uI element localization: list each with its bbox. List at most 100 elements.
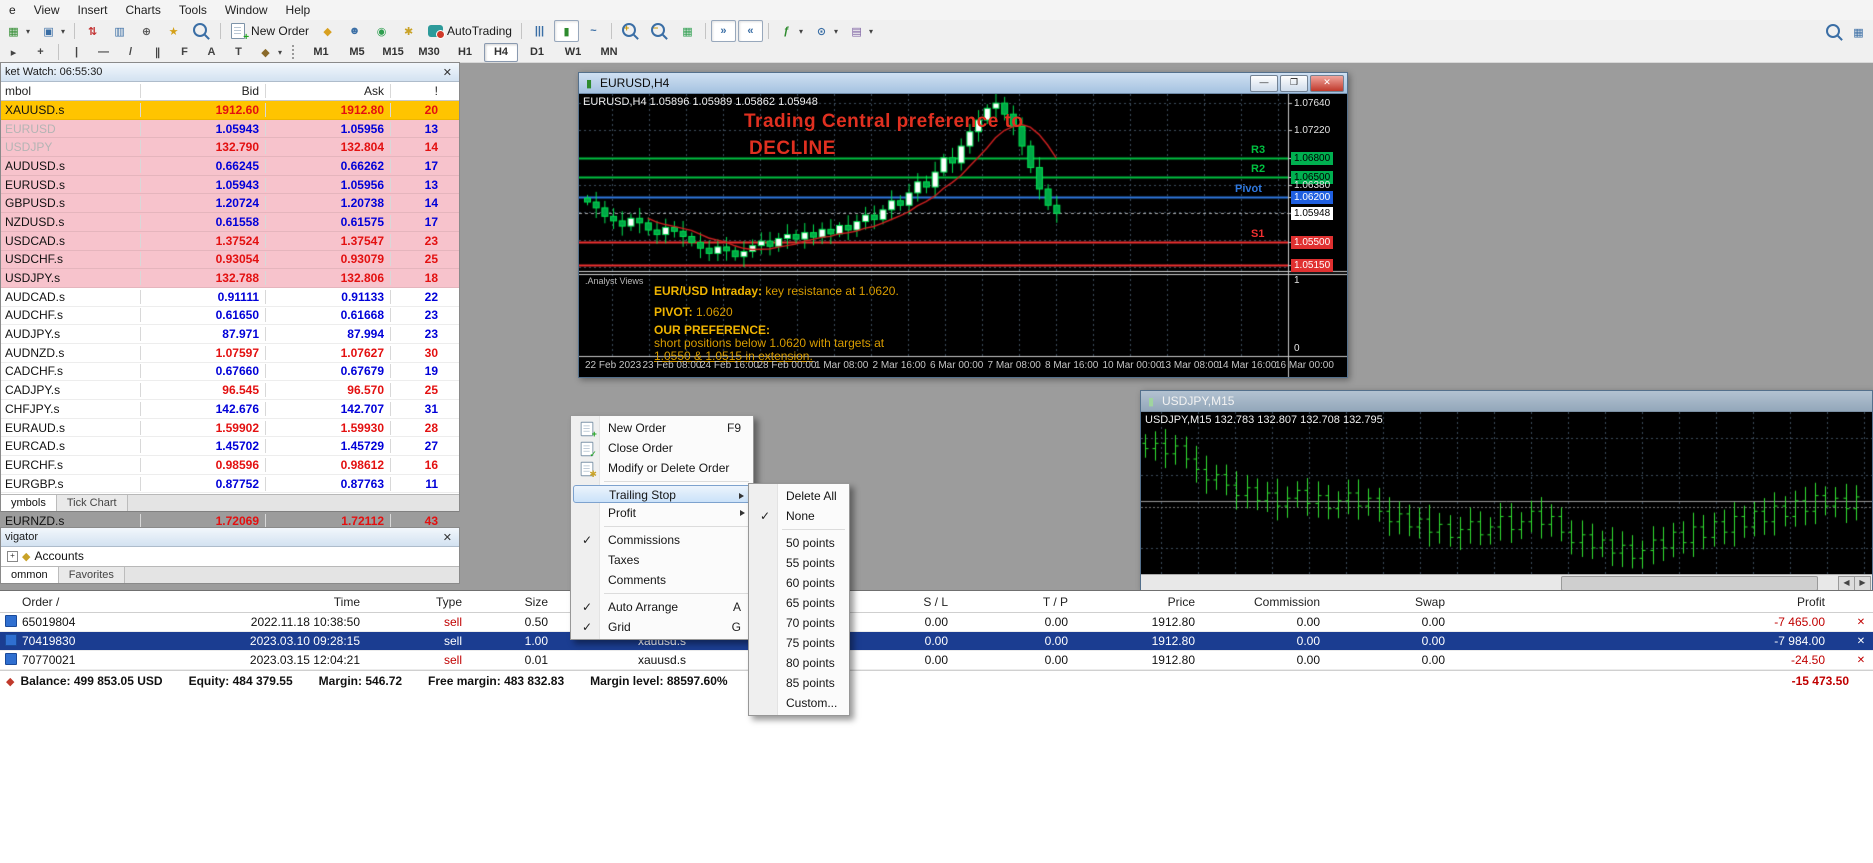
context-menu-item[interactable]: Profit bbox=[573, 503, 751, 523]
submenu-item[interactable]: Delete All bbox=[751, 486, 847, 506]
column-symbol[interactable]: mbol bbox=[1, 84, 141, 98]
text-label-button[interactable]: T bbox=[226, 41, 251, 63]
order-row[interactable]: 65019804 2022.11.18 10:38:50 sell 0.50 0… bbox=[0, 613, 1873, 632]
new-order-button[interactable]: +New Order bbox=[226, 20, 313, 42]
market-watch-button[interactable]: ⇅ bbox=[80, 20, 105, 42]
context-menu-item[interactable]: Taxes bbox=[573, 550, 751, 570]
symbol-row[interactable]: EURCHF.s 0.98596 0.98612 16 bbox=[1, 456, 459, 475]
column-size[interactable]: Size bbox=[462, 595, 548, 609]
data-window-button[interactable]: ▥ bbox=[107, 20, 132, 42]
context-menu-item[interactable]: Comments bbox=[573, 570, 751, 590]
panel-tab[interactable]: ymbols bbox=[1, 495, 57, 511]
symbol-row[interactable]: GBPUSD.s 1.20724 1.20738 14 bbox=[1, 194, 459, 213]
column-bid[interactable]: Bid bbox=[141, 84, 266, 98]
chevron-down-icon[interactable]: ▾ bbox=[834, 27, 838, 36]
timeframe-button[interactable]: MN bbox=[592, 43, 626, 62]
trendline-button[interactable]: / bbox=[118, 41, 143, 63]
submenu-item[interactable]: 55 points bbox=[751, 553, 847, 573]
symbol-row[interactable]: XAUUSD.s 1912.60 1912.80 20 bbox=[1, 101, 459, 120]
symbol-row[interactable]: NZDUSD.s 0.61558 0.61575 17 bbox=[1, 213, 459, 232]
search-icon[interactable] bbox=[1826, 24, 1840, 38]
symbol-row[interactable]: AUDNZD.s 1.07597 1.07627 30 bbox=[1, 344, 459, 363]
column-tp[interactable]: T / P bbox=[948, 595, 1068, 609]
crosshair-button[interactable]: + bbox=[28, 41, 53, 63]
tile-windows-button[interactable]: ▦ bbox=[675, 20, 700, 42]
chart-area-usdjpy[interactable]: USDJPY,M15 132.783 132.807 132.708 132.7… bbox=[1141, 412, 1872, 590]
submenu-item[interactable]: 60 points bbox=[751, 573, 847, 593]
menu-item[interactable]: View bbox=[25, 1, 69, 19]
symbol-row[interactable]: AUDCHF.s 0.61650 0.61668 23 bbox=[1, 307, 459, 326]
context-menu-item[interactable]: ✓ Auto Arrange A bbox=[573, 597, 751, 617]
column-ask[interactable]: Ask bbox=[266, 84, 391, 98]
symbol-row[interactable]: EURUSD.s 1.05943 1.05956 13 bbox=[1, 176, 459, 195]
context-menu-item[interactable]: + New Order F9 bbox=[573, 418, 751, 438]
text-button[interactable]: A bbox=[199, 41, 224, 63]
column-type[interactable]: Type bbox=[360, 595, 462, 609]
timeframe-button[interactable]: D1 bbox=[520, 43, 554, 62]
market-watch-header[interactable]: mbol Bid Ask ! bbox=[1, 82, 459, 101]
vertical-line-button[interactable]: | bbox=[64, 41, 89, 63]
context-menu-item[interactable] bbox=[604, 526, 749, 527]
panel-tab[interactable]: ommon bbox=[1, 567, 59, 583]
profiles-button[interactable]: ▣▾ bbox=[36, 20, 69, 42]
column-order[interactable]: Order / bbox=[22, 595, 142, 609]
symbol-row[interactable]: EURCAD.s 1.45702 1.45729 27 bbox=[1, 437, 459, 456]
timeframe-button[interactable]: M30 bbox=[412, 43, 446, 62]
timeframe-button[interactable]: W1 bbox=[556, 43, 590, 62]
symbol-row[interactable]: CADCHF.s 0.67660 0.67679 19 bbox=[1, 363, 459, 382]
column-commission[interactable]: Commission bbox=[1195, 595, 1320, 609]
symbol-row[interactable]: AUDCAD.s 0.91111 0.91133 22 bbox=[1, 288, 459, 307]
close-icon[interactable]: ✕ bbox=[440, 531, 455, 544]
scrollbar-thumb[interactable] bbox=[1561, 576, 1818, 591]
timeframe-button[interactable]: H1 bbox=[448, 43, 482, 62]
indicators-button[interactable]: ƒ▾ bbox=[774, 20, 807, 42]
column-swap[interactable]: Swap bbox=[1320, 595, 1445, 609]
equidistant-channel-button[interactable]: ∥ bbox=[145, 41, 170, 63]
bar-chart-button[interactable]: ||| bbox=[527, 20, 552, 42]
symbol-row[interactable]: EURAUD.s 1.59902 1.59930 28 bbox=[1, 419, 459, 438]
chart-area-eurusd[interactable]: EURUSD,H4 1.05896 1.05989 1.05862 1.0594… bbox=[579, 94, 1347, 377]
candlestick-chart-button[interactable]: ▮ bbox=[554, 20, 579, 42]
timeframe-button[interactable]: H4 bbox=[484, 43, 518, 62]
column-profit[interactable]: Profit bbox=[1445, 595, 1849, 609]
symbol-row[interactable]: CHFJPY.s 142.676 142.707 31 bbox=[1, 400, 459, 419]
context-menu-item[interactable]: Trailing Stop bbox=[573, 485, 751, 503]
restore-button[interactable]: ❐ bbox=[1280, 75, 1308, 92]
periods-button[interactable]: ⊙▾ bbox=[809, 20, 842, 42]
timeframe-button[interactable]: M5 bbox=[340, 43, 374, 62]
autotrading-button[interactable]: AutoTrading bbox=[423, 20, 516, 42]
column-time[interactable]: Time bbox=[142, 595, 360, 609]
navigator-titlebar[interactable]: vigator ✕ bbox=[1, 528, 459, 547]
new-chart-button[interactable]: ▦▾ bbox=[1, 20, 34, 42]
panel-tab[interactable]: Favorites bbox=[59, 567, 125, 583]
layout-icon[interactable]: ▦ bbox=[1850, 24, 1867, 40]
panel-tab[interactable]: Tick Chart bbox=[57, 495, 128, 511]
fibonacci-button[interactable]: F bbox=[172, 41, 197, 63]
context-menu-item[interactable]: ✓ Commissions bbox=[573, 530, 751, 550]
submenu-item[interactable]: 65 points bbox=[751, 593, 847, 613]
auto-scroll-button[interactable]: « bbox=[738, 20, 763, 42]
strategy-tester-button[interactable] bbox=[188, 20, 215, 42]
chart-horizontal-scrollbar[interactable]: ◀ ▶ bbox=[1141, 574, 1872, 590]
menu-item[interactable]: e bbox=[0, 1, 25, 19]
metaeditor-button[interactable]: ◆ bbox=[315, 20, 340, 42]
column-price[interactable]: Price bbox=[1068, 595, 1195, 609]
templates-button[interactable]: ▤▾ bbox=[844, 20, 877, 42]
chart-window-titlebar[interactable]: ▮ EURUSD,H4 — ❐ ✕ bbox=[579, 73, 1347, 94]
context-menu-item[interactable]: ✱ Modify or Delete Order bbox=[573, 458, 751, 478]
symbol-row[interactable]: AUDJPY.s 87.971 87.994 23 bbox=[1, 325, 459, 344]
menu-item[interactable]: Window bbox=[216, 1, 277, 19]
context-menu-item[interactable]: ✓ Close Order bbox=[573, 438, 751, 458]
cursor-button[interactable]: ▸ bbox=[1, 41, 26, 63]
terminal-button[interactable]: ★ bbox=[161, 20, 186, 42]
close-order-icon[interactable]: ✕ bbox=[1849, 617, 1873, 628]
context-menu-item[interactable] bbox=[604, 593, 749, 594]
close-button[interactable]: ✕ bbox=[1310, 75, 1344, 92]
chevron-down-icon[interactable]: ▾ bbox=[278, 48, 282, 57]
zoom-in-button[interactable]: + bbox=[617, 20, 644, 42]
navigator-accounts-item[interactable]: + ◆ Accounts bbox=[1, 547, 459, 565]
column-alert[interactable]: ! bbox=[391, 84, 446, 98]
timeframe-button[interactable]: M15 bbox=[376, 43, 410, 62]
order-row[interactable]: 70419830 2023.03.10 09:28:15 sell 1.00 x… bbox=[0, 632, 1873, 651]
chevron-down-icon[interactable]: ▾ bbox=[26, 27, 30, 36]
